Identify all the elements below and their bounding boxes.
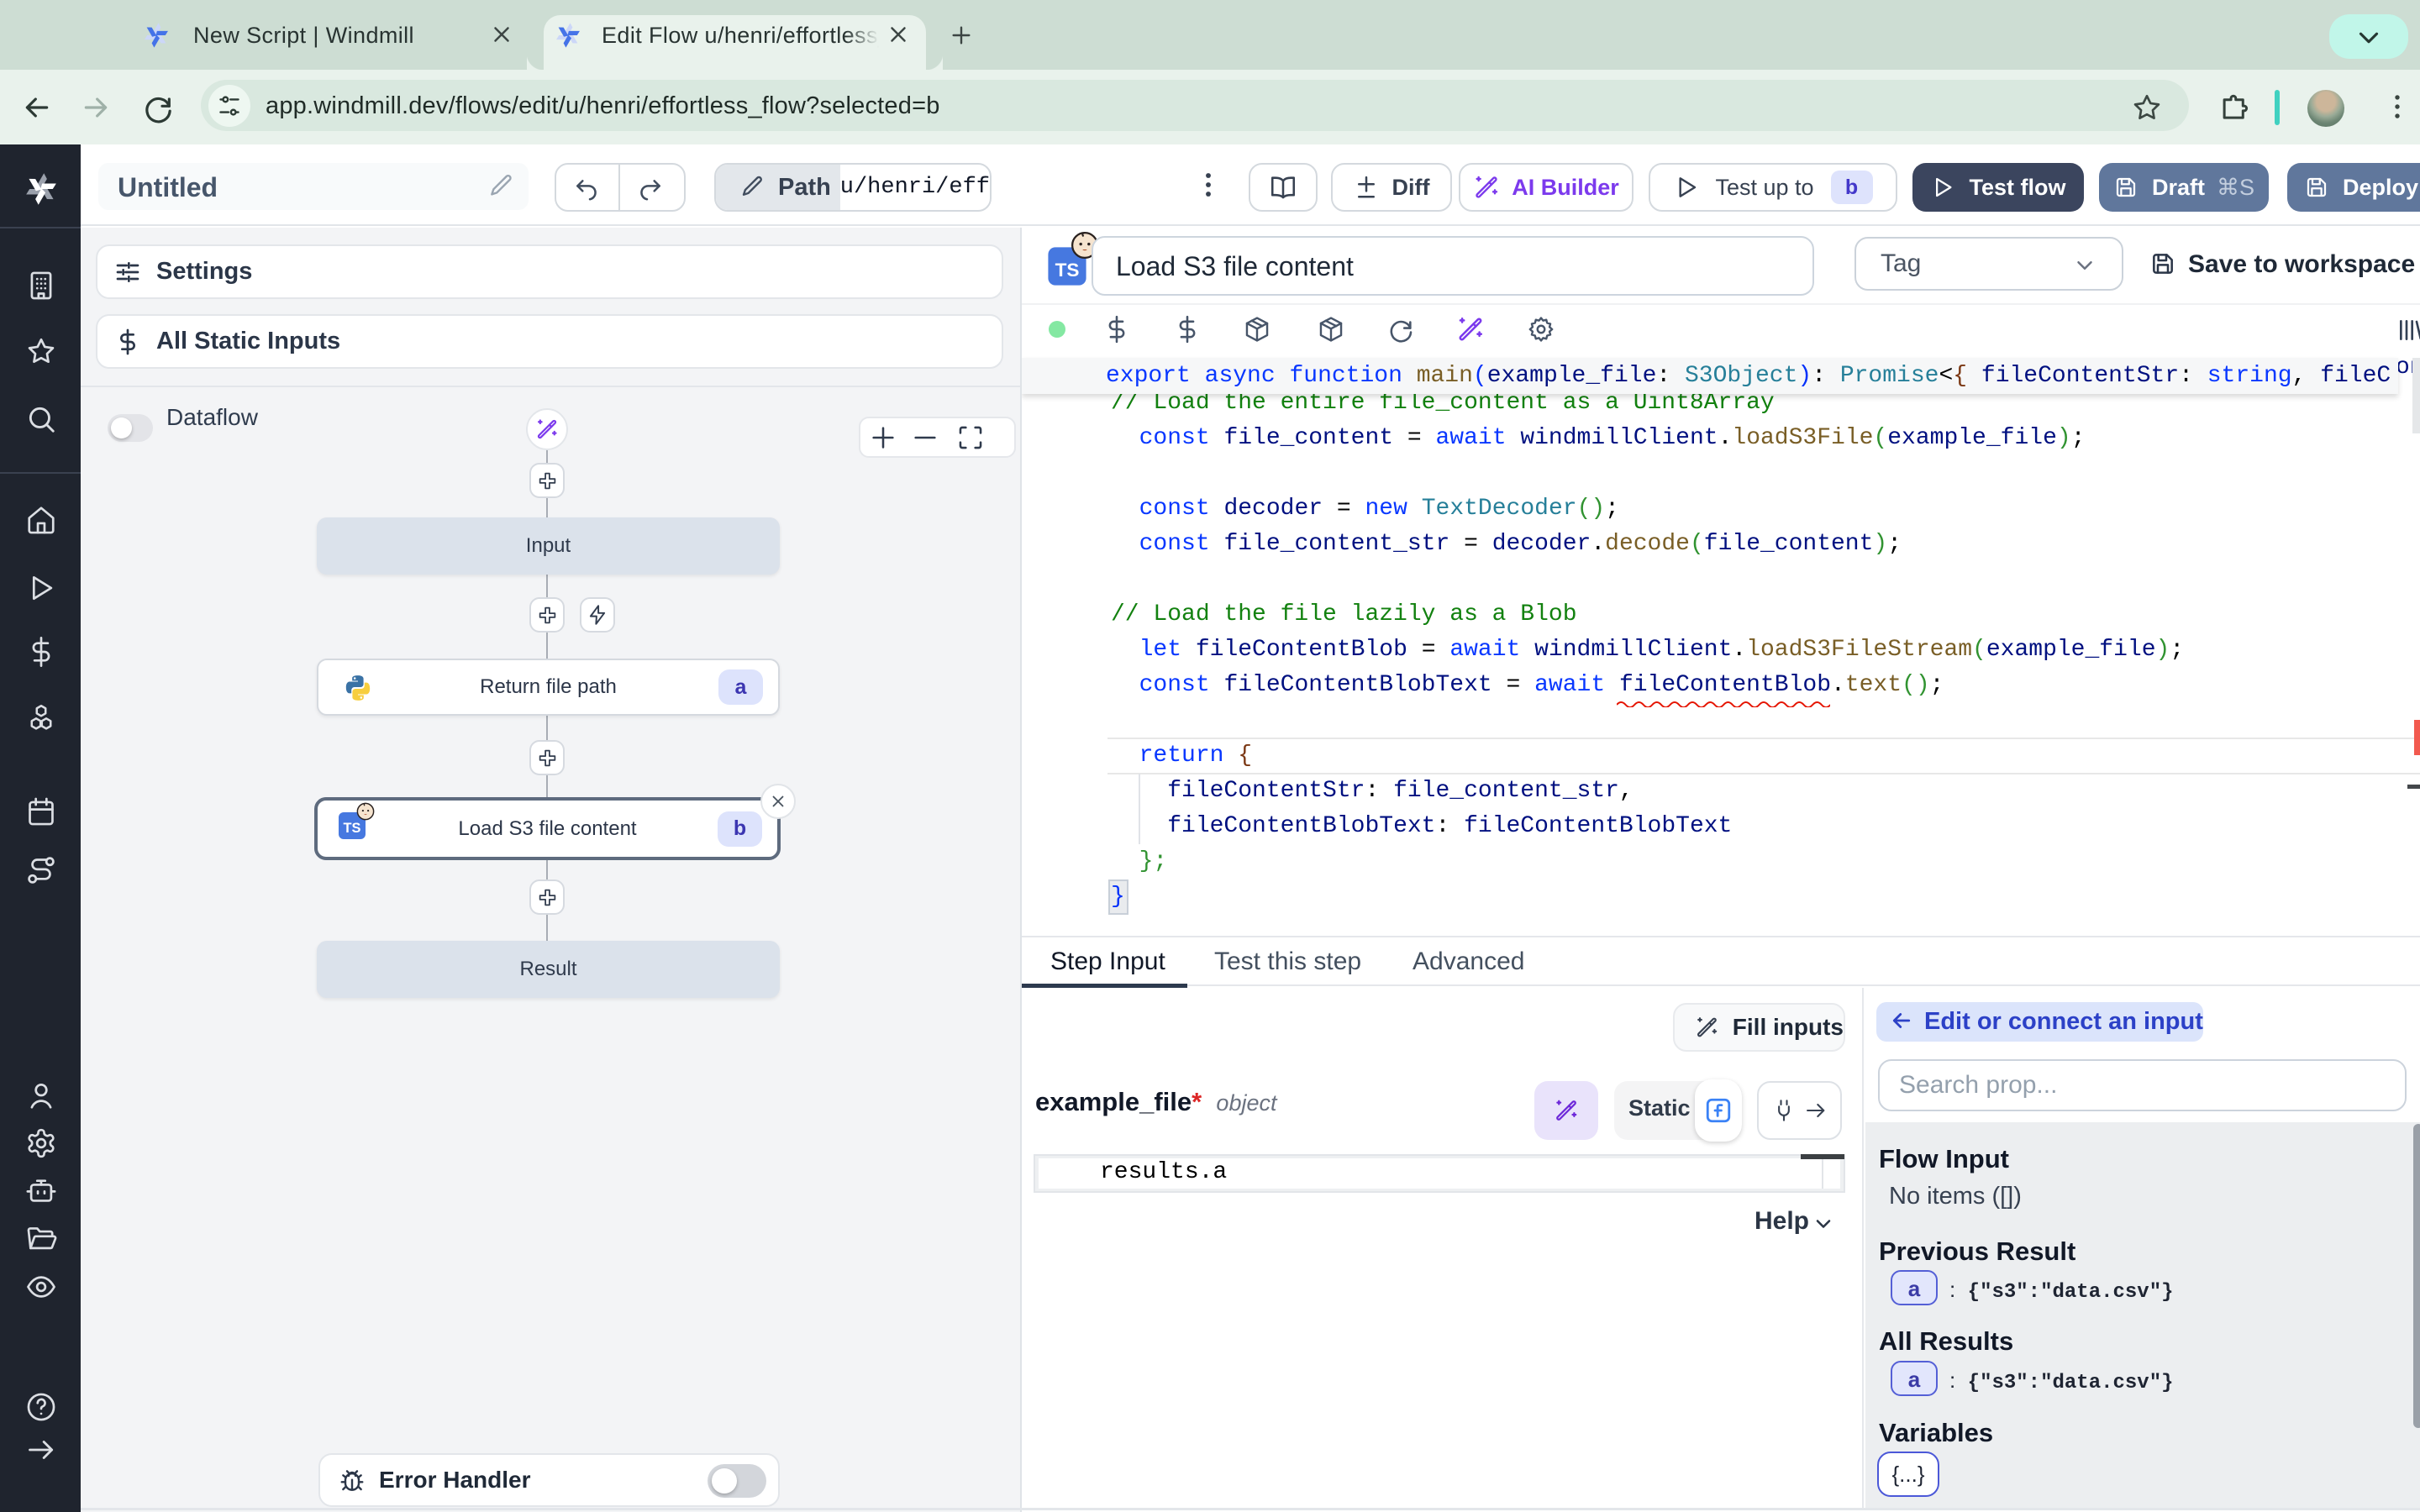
svg-text:TS: TS [344, 821, 361, 836]
svg-text:TS: TS [1055, 260, 1080, 281]
